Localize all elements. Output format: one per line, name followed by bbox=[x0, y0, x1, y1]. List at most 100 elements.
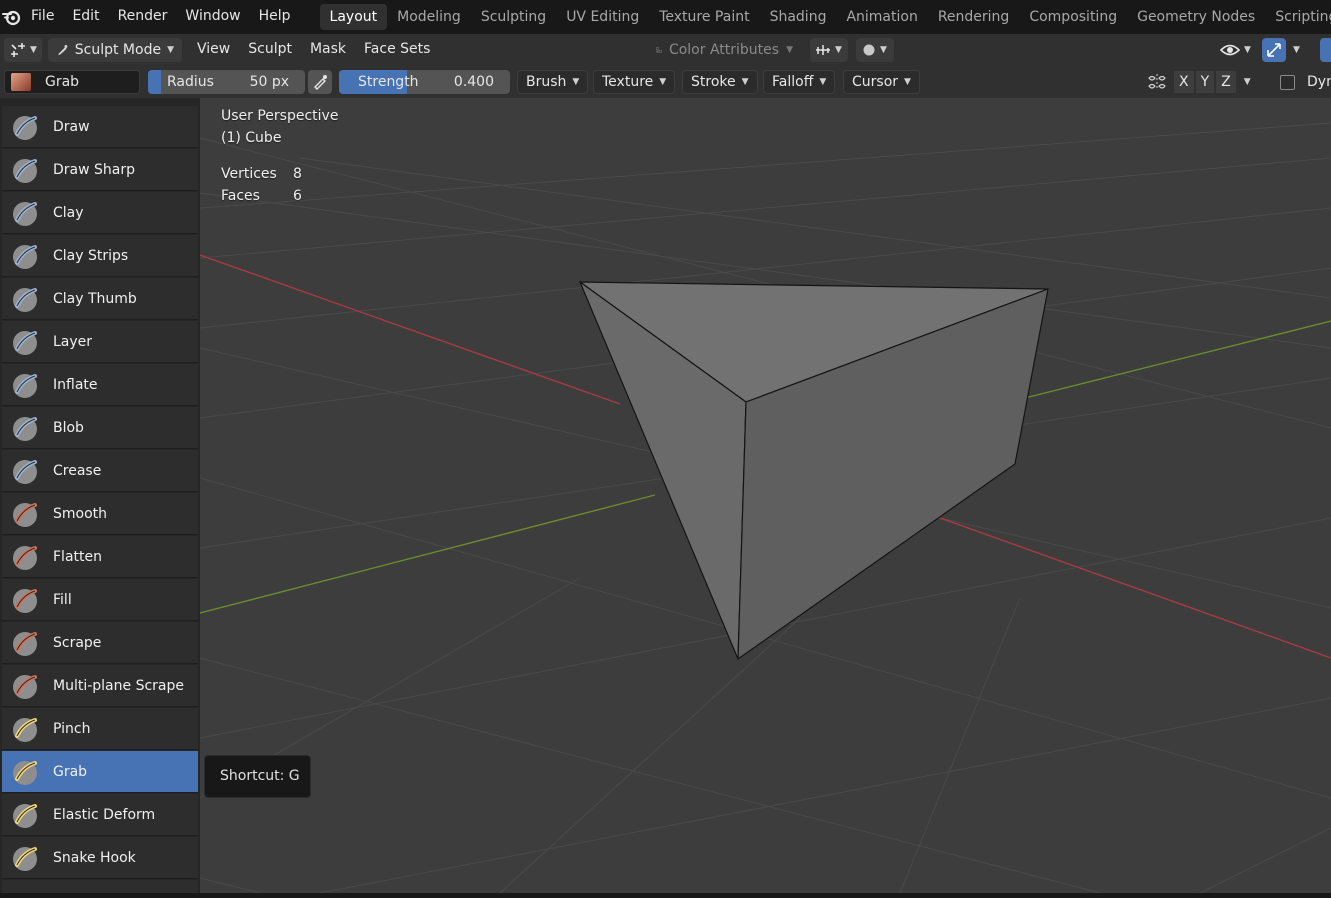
texture-dropdown[interactable]: Texture ▼ bbox=[593, 70, 676, 94]
chevron-down-icon: ▼ bbox=[880, 45, 887, 55]
layer-brush-icon bbox=[13, 330, 37, 355]
tab-uv-editing[interactable]: UV Editing bbox=[556, 4, 649, 30]
tab-rendering[interactable]: Rendering bbox=[928, 4, 1020, 30]
radius-label: Radius bbox=[167, 74, 214, 90]
inflate-brush-icon bbox=[13, 373, 37, 398]
tool-grab[interactable]: Grab bbox=[2, 751, 198, 793]
gizmo-toggle-button[interactable] bbox=[1262, 38, 1286, 62]
transform-pivot-dropdown[interactable]: ▼ bbox=[810, 38, 848, 62]
tab-sculpting[interactable]: Sculpting bbox=[471, 4, 556, 30]
strength-value: 0.400 bbox=[453, 74, 494, 90]
tool-smooth[interactable]: Smooth bbox=[2, 493, 198, 535]
chevron-down-icon: ▼ bbox=[786, 45, 793, 55]
tool-scrape[interactable]: Scrape bbox=[2, 622, 198, 664]
cube-mesh[interactable] bbox=[579, 281, 1049, 660]
tool-label: Pinch bbox=[53, 720, 91, 737]
tool-label: Blob bbox=[53, 419, 84, 436]
pressure-radius-button[interactable] bbox=[308, 70, 332, 94]
tool-draw-sharp[interactable]: Draw Sharp bbox=[2, 149, 198, 191]
tool-multi-plane-scrape[interactable]: Multi-plane Scrape bbox=[2, 665, 198, 707]
eye-icon bbox=[1220, 44, 1240, 56]
tab-compositing[interactable]: Compositing bbox=[1019, 4, 1127, 30]
chevron-down-icon: ▼ bbox=[1244, 45, 1251, 55]
strength-slider[interactable]: Strength 0.400 bbox=[339, 70, 510, 94]
overlay-toggle-button[interactable] bbox=[1320, 38, 1331, 62]
tab-texture-paint[interactable]: Texture Paint bbox=[649, 4, 759, 30]
chevron-down-icon[interactable]: ▼ bbox=[1244, 77, 1251, 87]
tool-label: Snake Hook bbox=[53, 849, 136, 866]
tab-animation[interactable]: Animation bbox=[836, 4, 927, 30]
3d-viewport-icon bbox=[11, 43, 25, 57]
visibility-dropdown[interactable]: ▼ bbox=[1216, 38, 1256, 62]
clay-brush-icon bbox=[13, 201, 37, 226]
menu-file[interactable]: File bbox=[22, 0, 63, 34]
3d-viewport[interactable]: User Perspective (1) Cube Vertices 8 Fac… bbox=[200, 98, 1331, 893]
sculpt-mode-icon bbox=[58, 45, 68, 55]
tool-fill[interactable]: Fill bbox=[2, 579, 198, 621]
mirror-symmetry-icon bbox=[1148, 74, 1166, 90]
dyntopo-checkbox[interactable] bbox=[1280, 74, 1295, 90]
tool-clay-strips[interactable]: Clay Strips bbox=[2, 235, 198, 277]
tool-settings-bar: Grab Radius 50 px Strength 0.400 Brush ▼… bbox=[0, 66, 1331, 98]
tab-shading[interactable]: Shading bbox=[760, 4, 837, 30]
color-attributes-dropdown[interactable]: Color Attributes ▼ bbox=[648, 38, 801, 62]
tool-layer[interactable]: Layer bbox=[2, 321, 198, 363]
sphere-shading-icon bbox=[863, 44, 875, 56]
tab-modeling[interactable]: Modeling bbox=[387, 4, 471, 30]
tool-snake-hook[interactable]: Snake Hook bbox=[2, 837, 198, 879]
tab-layout[interactable]: Layout bbox=[319, 4, 388, 30]
menu-window[interactable]: Window bbox=[176, 0, 249, 34]
tool-label: Draw Sharp bbox=[53, 161, 135, 178]
tab-geometry-nodes[interactable]: Geometry Nodes bbox=[1127, 4, 1265, 30]
cursor-dropdown[interactable]: Cursor ▼ bbox=[843, 70, 920, 94]
mode-label: Sculpt Mode bbox=[74, 42, 162, 58]
tool-elastic-deform[interactable]: Elastic Deform bbox=[2, 794, 198, 836]
mask-menu[interactable]: Mask bbox=[301, 34, 355, 66]
chevron-down-icon: ▼ bbox=[659, 77, 667, 87]
menu-help[interactable]: Help bbox=[250, 0, 300, 34]
chevron-down-icon[interactable]: ▼ bbox=[1293, 45, 1300, 55]
tool-crease[interactable]: Crease bbox=[2, 450, 198, 492]
stroke-dropdown[interactable]: Stroke ▼ bbox=[682, 70, 758, 94]
tool-blob[interactable]: Blob bbox=[2, 407, 198, 449]
editor-type-button[interactable]: ▼ bbox=[4, 38, 42, 62]
tool-flatten[interactable]: Flatten bbox=[2, 536, 198, 578]
stat-vertices-label: Vertices bbox=[221, 166, 277, 182]
tool-draw[interactable]: Draw bbox=[2, 106, 198, 148]
tool-label: Elastic Deform bbox=[53, 806, 156, 823]
tool-pinch[interactable]: Pinch bbox=[2, 708, 198, 750]
y-axis-line bbox=[1024, 320, 1331, 399]
menu-render[interactable]: Render bbox=[109, 0, 177, 34]
view-menu[interactable]: View bbox=[188, 34, 239, 66]
radius-slider[interactable]: Radius 50 px bbox=[148, 70, 305, 94]
mode-selector[interactable]: Sculpt Mode ▼ bbox=[48, 38, 182, 62]
brush-selector[interactable]: Grab bbox=[4, 70, 140, 94]
falloff-dropdown[interactable]: Falloff ▼ bbox=[763, 70, 836, 94]
symmetry-y-toggle[interactable]: Y bbox=[1195, 71, 1215, 93]
sculpt-menu[interactable]: Sculpt bbox=[239, 34, 301, 66]
symmetry-x-toggle[interactable]: X bbox=[1174, 71, 1194, 93]
tool-label: Inflate bbox=[53, 376, 98, 393]
shading-dropdown[interactable]: ▼ bbox=[856, 38, 894, 62]
menu-edit[interactable]: Edit bbox=[63, 0, 108, 34]
top-menu-bar: File Edit Render Window Help Layout Mode… bbox=[0, 0, 1331, 34]
clay-thumb-brush-icon bbox=[13, 287, 37, 312]
tab-scripting[interactable]: Scripting bbox=[1265, 4, 1331, 30]
falloff-dropdown-label: Falloff bbox=[772, 74, 814, 90]
symmetry-group: X Y Z ▼ bbox=[1146, 71, 1251, 93]
face-sets-menu[interactable]: Face Sets bbox=[355, 34, 439, 66]
brush-dropdown-label: Brush bbox=[526, 74, 567, 90]
chevron-down-icon: ▼ bbox=[30, 45, 37, 55]
tool-clay[interactable]: Clay bbox=[2, 192, 198, 234]
tool-inflate[interactable]: Inflate bbox=[2, 364, 198, 406]
blender-logo-icon[interactable] bbox=[2, 0, 22, 34]
tool-clay-thumb[interactable]: Clay Thumb bbox=[2, 278, 198, 320]
radius-value: 50 px bbox=[249, 74, 289, 90]
chevron-down-icon: ▼ bbox=[167, 45, 174, 55]
tool-next-partial[interactable] bbox=[2, 880, 198, 893]
tool-label: Grab bbox=[53, 763, 88, 780]
chevron-down-icon: ▼ bbox=[819, 77, 827, 87]
tool-label: Clay Thumb bbox=[53, 290, 137, 307]
symmetry-z-toggle[interactable]: Z bbox=[1216, 71, 1236, 93]
brush-dropdown[interactable]: Brush ▼ bbox=[517, 70, 589, 94]
